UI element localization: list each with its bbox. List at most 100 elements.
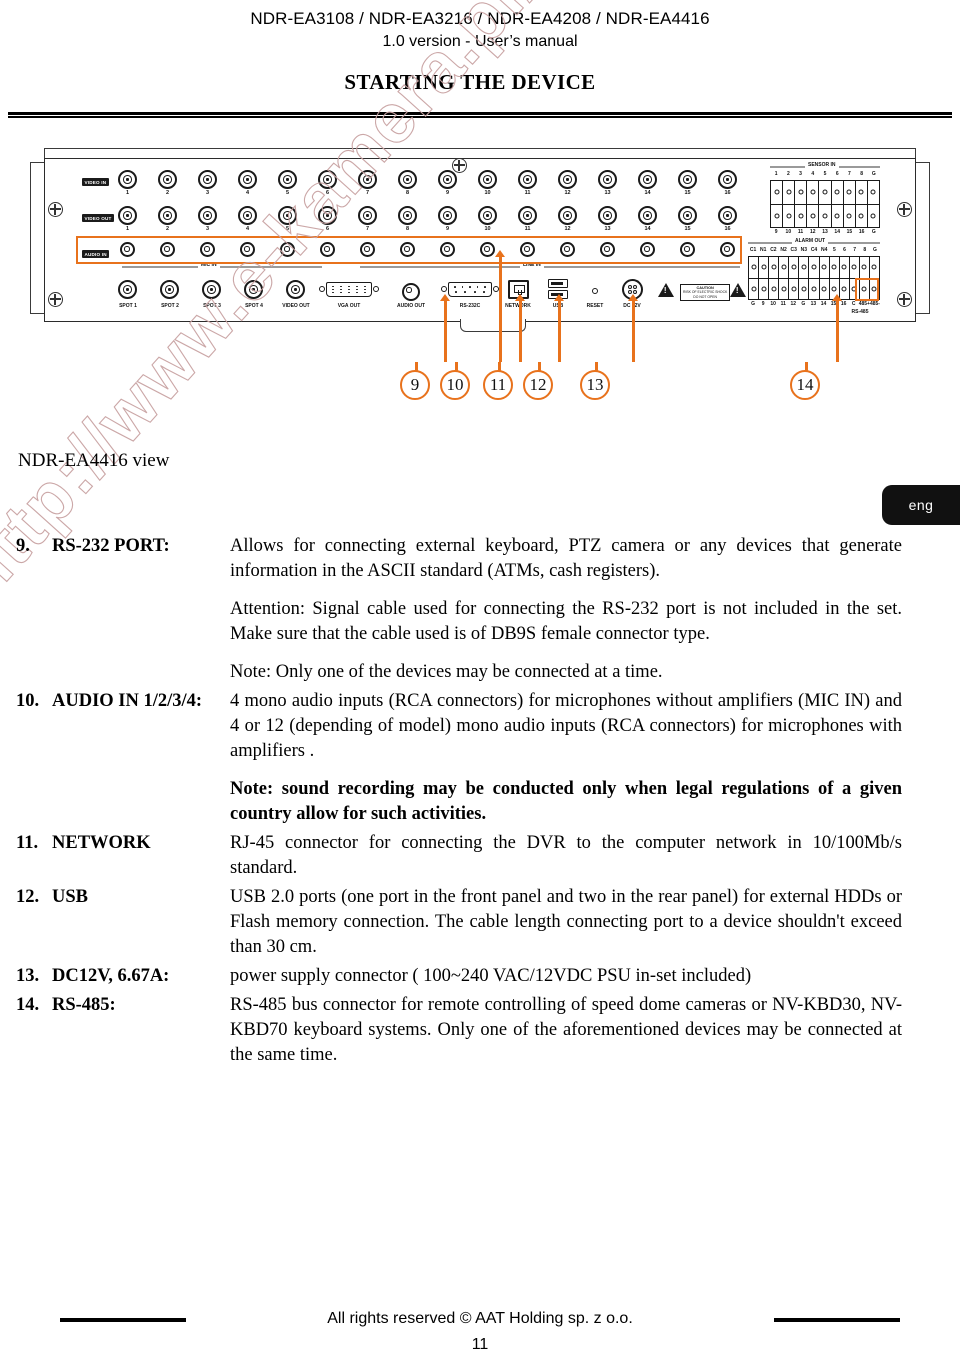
- page-number: 11: [471, 1336, 489, 1353]
- port-number: 9: [445, 190, 450, 196]
- rca-connector: [200, 242, 215, 257]
- caution-label: CAUTION RISK OF ELECTRIC SHOCK DO NOT OP…: [680, 284, 731, 302]
- port-number: 2: [165, 226, 170, 232]
- rca-connector: [160, 242, 175, 257]
- item-number: 11.: [16, 833, 39, 853]
- item-description: power supply connector ( 100~240 VAC/12V…: [230, 964, 960, 989]
- port-number: 14: [644, 190, 651, 196]
- bnc-connector: [718, 206, 737, 225]
- item-paragraph: power supply connector ( 100~240 VAC/12V…: [230, 966, 752, 986]
- terminal-number: 4: [811, 171, 815, 177]
- screw-icon: [48, 292, 63, 307]
- port-caption: RS-232C: [459, 303, 481, 309]
- terminal-number: C: [851, 301, 856, 307]
- port-number: 11: [524, 190, 531, 196]
- line-in-rule: [360, 266, 740, 268]
- rca-connector: [440, 242, 455, 257]
- rca-connector: [240, 242, 255, 257]
- vga-screw-icon: [319, 286, 325, 292]
- terminal-number: C2: [770, 247, 777, 253]
- port-caption: NETWORK: [505, 303, 531, 309]
- leader-line-10: [499, 256, 502, 362]
- warning-triangle-icon: [730, 283, 746, 297]
- bnc-connector: [158, 206, 177, 225]
- page-footer: All rights reserved © AAT Holding sp. z …: [0, 1306, 960, 1354]
- terminal-number: 11: [797, 229, 804, 235]
- reset-button: [592, 288, 598, 294]
- bnc-connector: [638, 206, 657, 225]
- device-rear-panel-figure: VIDEO IN VIDEO OUT AUDIO IN 1 2 3 4 5 6 …: [30, 140, 930, 340]
- item-description: 4 mono audio inputs (RCA connectors) for…: [230, 689, 960, 827]
- rca-connector: [600, 242, 615, 257]
- port-number: 15: [684, 190, 691, 196]
- port-caption: AUDIO OUT: [396, 303, 426, 309]
- leader-arrow-9: [440, 294, 451, 301]
- terminal-number: 5: [832, 247, 836, 253]
- leader-arrow-13: [628, 294, 639, 301]
- terminal-number: C4: [810, 247, 818, 253]
- bnc-connector: [198, 170, 217, 189]
- alarm-out-bottom-numbers: G 9 10 11 12 G 13 14 15 16 C 485+ 485-: [748, 301, 880, 307]
- bnc-connector: [518, 206, 537, 225]
- header-version: 1.0 version - User’s manual: [382, 33, 578, 50]
- item-number: 12.: [16, 887, 40, 907]
- port-caption: VIDEO OUT: [282, 303, 310, 309]
- bnc-connector: [718, 170, 737, 189]
- label-video-in: VIDEO IN: [82, 178, 109, 187]
- terminal-number: 8: [863, 247, 867, 253]
- item-number: 10.: [16, 691, 40, 711]
- item-term: DC12V, 6.67A:: [52, 966, 170, 986]
- header-divider: [8, 112, 952, 118]
- callout-9: 9: [400, 370, 430, 400]
- bnc-connector: [118, 206, 137, 225]
- terminal-number: G: [801, 301, 806, 307]
- page-title: STARTING THE DEVICE: [344, 70, 596, 94]
- port-number: 10: [484, 226, 491, 232]
- port-caption: SPOT 3: [203, 303, 221, 309]
- rs485-caption: RS-485: [851, 309, 869, 315]
- bnc-connector: [278, 206, 297, 225]
- port-number: 5: [285, 226, 290, 232]
- terminal-number: 6: [843, 247, 846, 253]
- terminal-number: 16: [858, 229, 865, 235]
- item-term: RS-485:: [52, 995, 116, 1015]
- list-item: 14. RS-485: RS-485 bus connector for rem…: [0, 993, 960, 1068]
- terminal-number: 5: [823, 171, 827, 177]
- bnc-connector: [398, 170, 417, 189]
- item-paragraph: Note: Only one of the devices may be con…: [230, 662, 663, 682]
- caution-line1: RISK OF ELECTRIC SHOCK: [683, 290, 728, 295]
- label-video-loop: VIDEO OUT: [82, 214, 115, 223]
- bnc-connector: [558, 206, 577, 225]
- item-paragraph: Note: sound recording may be conducted o…: [230, 779, 902, 824]
- port-number: 15: [684, 226, 691, 232]
- terminal-number: 14: [834, 229, 840, 235]
- bnc-connector: [358, 170, 377, 189]
- port-number: 5: [285, 190, 290, 196]
- bnc-connector: [318, 170, 337, 189]
- bnc-connector: [318, 206, 337, 225]
- terminal-number: 6: [835, 171, 839, 177]
- terminal-number: G: [871, 229, 876, 235]
- port-number: 3: [205, 190, 210, 196]
- terminal-number: N1: [760, 247, 767, 253]
- sensor-in-terminal-block: [770, 180, 880, 228]
- bnc-connector: [198, 206, 217, 225]
- rca-connector: [680, 242, 695, 257]
- leader-line-10b: [455, 362, 458, 372]
- warning-triangle-icon: [658, 283, 674, 297]
- sensor-in-top-numbers: 1 2 3 4 5 6 7 8 G: [770, 171, 880, 177]
- leader-arrow-11: [515, 294, 526, 301]
- terminal-number: 7: [853, 247, 857, 253]
- terminal-number: 11: [780, 301, 786, 307]
- leader-line-12: [558, 300, 561, 362]
- screw-icon: [897, 202, 912, 217]
- language-tab[interactable]: eng: [882, 485, 960, 525]
- bnc-connector-spot4: [244, 280, 263, 299]
- callout-11: 11: [483, 370, 513, 400]
- terminal-number: 7: [848, 171, 851, 177]
- terminal-number: 1: [774, 171, 778, 177]
- port-description-list: 9. RS-232 PORT: Allows for connecting ex…: [0, 534, 960, 1072]
- port-number: 4: [245, 190, 250, 196]
- figure-caption: NDR-EA4416 view: [18, 450, 170, 471]
- item-description: RS-485 bus connector for remote controll…: [230, 993, 960, 1068]
